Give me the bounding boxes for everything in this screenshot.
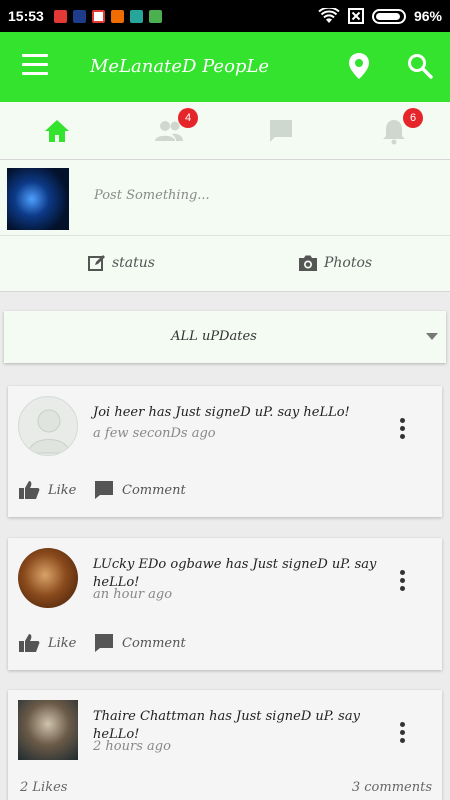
feed-card: Joi heer has Just signeD uP. say heLLo! … [8,386,442,517]
user-name[interactable]: LUcky EDo ogbawe [93,557,221,572]
play-store-icon [148,9,162,23]
tab-bar: 4 6 [0,102,450,160]
tab-notifications[interactable]: 6 [379,108,423,146]
post-time: 2 hours ago [93,739,171,754]
camera-icon [299,255,317,271]
notification-app-icon [129,9,143,23]
status-bar: 15:53 96% [0,0,450,32]
friends-badge: 4 [178,108,198,128]
home-icon [45,120,69,142]
chevron-down-icon [426,333,438,340]
thumbs-up-icon [19,481,40,499]
hamburger-menu-icon[interactable] [22,54,48,76]
wifi-icon [318,8,340,23]
like-label: Like [48,482,77,498]
post-input[interactable]: Post Something... [94,188,210,203]
like-label: Like [48,635,77,651]
comment-label: Comment [122,482,186,498]
comment-button[interactable]: Comment [94,480,186,500]
battery-icon [371,8,406,24]
user-name[interactable]: Thaire Chattman [93,709,205,724]
edit-icon [88,255,105,271]
thumbs-up-icon [19,634,40,652]
comment-label: Comment [122,635,186,651]
comment-button[interactable]: Comment [94,633,186,653]
tab-messages[interactable] [266,116,296,146]
photos-button[interactable]: Photos [298,254,372,272]
feed-card: LUcky EDo ogbawe has Just signeD uP. say… [8,538,442,670]
comment-icon [95,634,113,652]
status-button[interactable]: status [88,254,155,272]
location-pin-icon[interactable] [346,52,372,80]
notification-app-icon [72,9,86,23]
more-options-icon[interactable] [400,722,406,746]
gmail-icon [91,9,105,23]
avatar[interactable] [18,700,78,760]
comment-icon [95,481,113,499]
tab-home[interactable] [42,116,72,146]
tab-friends[interactable]: 4 [154,108,198,146]
avatar[interactable] [18,396,78,456]
status-time: 15:53 [8,8,44,24]
post-time: an hour ago [93,587,173,602]
notification-app-icon [110,9,124,23]
no-sim-icon [347,8,364,24]
activity-message: has Just signeD uP. say heLLo! [144,405,350,420]
battery-percent: 96% [413,8,442,24]
comments-count[interactable]: 3 comments [352,780,432,795]
more-options-icon[interactable] [400,418,406,442]
filter-selected-value: ALL uPDates [171,329,257,344]
notification-app-icon [53,9,67,23]
post-time: a few seconDs ago [93,426,216,441]
photos-label: Photos [324,255,373,271]
like-button[interactable]: Like [18,480,76,500]
composer-actions: status Photos [0,236,450,292]
user-avatar[interactable] [7,168,69,230]
status-label: status [112,255,155,271]
avatar[interactable] [18,548,78,608]
app-bar: MeLanateD PeopLe [0,32,450,102]
chat-icon [270,120,292,142]
updates-filter-dropdown[interactable]: ALL uPDates [4,311,446,363]
post-composer: Post Something... [0,160,450,236]
user-name[interactable]: Joi heer [93,405,144,420]
default-avatar-icon [28,409,70,454]
likes-count[interactable]: 2 Likes [20,780,67,795]
like-button[interactable]: Like [18,633,76,653]
app-title: MeLanateD PeopLe [90,56,270,77]
search-icon[interactable] [406,52,434,80]
feed-card: Thaire Chattman has Just signeD uP. say … [8,690,442,800]
more-options-icon[interactable] [400,570,406,594]
notifications-badge: 6 [403,108,423,128]
activity-text: Joi heer has Just signeD uP. say heLLo! [93,404,383,422]
